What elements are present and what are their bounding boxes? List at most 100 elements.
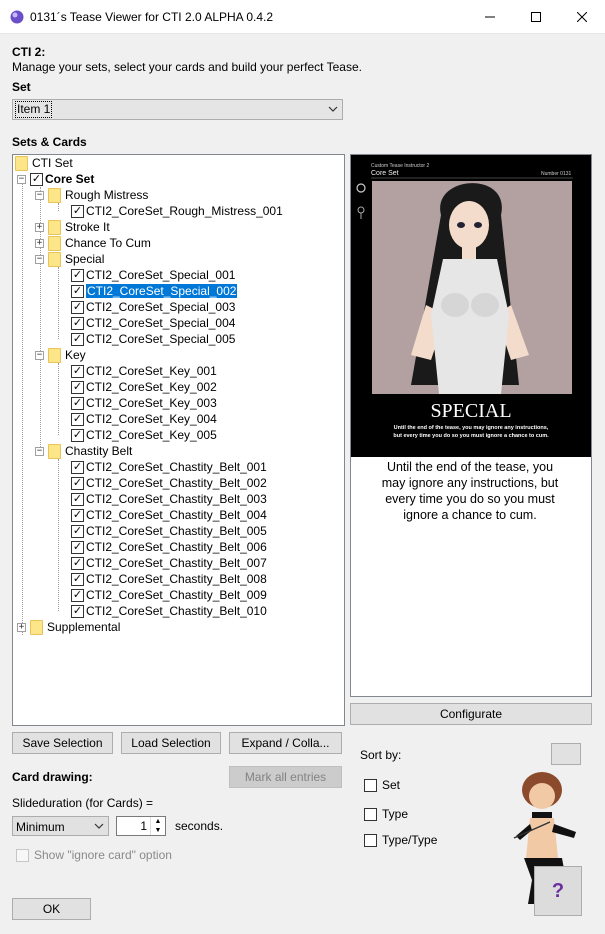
checkbox-unchecked[interactable] (16, 848, 29, 862)
load-selection-button[interactable]: Load Selection (121, 732, 221, 754)
checkbox-checked[interactable]: ✓ (71, 572, 84, 586)
tree-leaf[interactable]: ✓ CTI2_CoreSet_Special_004 (71, 315, 235, 331)
tree-node-label: CTI2_CoreSet_Key_005 (86, 428, 217, 442)
checkbox-checked[interactable]: ✓ (71, 300, 84, 314)
tree-leaf-selected[interactable]: ✓ CTI2_CoreSet_Special_002 (71, 283, 238, 299)
tree-node-rough-mistress[interactable]: − Rough Mistress (35, 187, 148, 203)
collapse-icon[interactable]: − (35, 254, 44, 264)
set-dropdown[interactable]: Item 1 (12, 99, 343, 120)
tree-leaf[interactable]: ✓ CTI2_CoreSet_Chastity_Belt_009 (71, 587, 267, 603)
duration-spinner[interactable]: 1 ▲ ▼ (116, 816, 166, 836)
tree-leaf[interactable]: ✓ CTI2_CoreSet_Key_001 (71, 363, 217, 379)
checkbox-checked[interactable]: ✓ (71, 604, 84, 618)
checkbox-checked[interactable]: ✓ (71, 460, 84, 474)
checkbox-checked[interactable]: ✓ (71, 524, 84, 538)
sort-option-type-type[interactable]: Type/Type (364, 833, 437, 847)
tree-leaf[interactable]: ✓ CTI2_CoreSet_Chastity_Belt_005 (71, 523, 267, 539)
tree-node-label: Chastity Belt (65, 444, 133, 458)
sort-apply-button[interactable] (551, 743, 581, 765)
folder-icon (48, 219, 61, 235)
sort-option-type[interactable]: Type (364, 807, 408, 821)
spinner-arrows-icon[interactable]: ▲ ▼ (150, 817, 165, 835)
ok-button[interactable]: OK (12, 898, 91, 920)
checkbox-unchecked[interactable] (364, 778, 377, 792)
checkbox-unchecked[interactable] (364, 807, 377, 821)
card-artwork: Custom Tease Instructor 2 Core Set Numbe… (351, 155, 591, 457)
maximize-button[interactable] (513, 0, 559, 34)
collapse-icon[interactable]: − (17, 174, 26, 184)
checkbox-checked[interactable]: ✓ (71, 268, 84, 282)
expand-icon[interactable]: + (35, 222, 44, 232)
checkbox-checked[interactable]: ✓ (71, 492, 84, 506)
sort-option-label: Set (382, 778, 401, 792)
close-button[interactable] (559, 0, 605, 34)
checkbox-checked[interactable]: ✓ (71, 476, 84, 490)
tree-node-special[interactable]: − Special (35, 251, 104, 267)
checkbox-checked[interactable]: ✓ (71, 508, 84, 522)
checkbox-unchecked[interactable] (364, 833, 377, 847)
tree-leaf[interactable]: ✓ CTI2_CoreSet_Chastity_Belt_010 (71, 603, 267, 619)
tree-leaf[interactable]: ✓ CTI2_CoreSet_Chastity_Belt_002 (71, 475, 267, 491)
tree-node-label: CTI2_CoreSet_Chastity_Belt_003 (86, 492, 267, 506)
tree-leaf[interactable]: ✓ CTI2_CoreSet_Key_003 (71, 395, 217, 411)
checkbox-checked[interactable]: ✓ (71, 588, 84, 602)
tree-leaf[interactable]: ✓ CTI2_CoreSet_Key_005 (71, 427, 217, 443)
checkbox-checked[interactable]: ✓ (71, 380, 84, 394)
tree-node-key[interactable]: − Key (35, 347, 86, 363)
tree-node-label: CTI2_CoreSet_Special_002 (86, 284, 238, 298)
title-bar: 0131´s Tease Viewer for CTI 2.0 ALPHA 0.… (0, 0, 605, 34)
checkbox-checked[interactable]: ✓ (71, 428, 84, 442)
duration-mode-dropdown[interactable]: Minimum (12, 816, 109, 836)
tree-node-supplemental[interactable]: + Supplemental (17, 619, 120, 635)
minimize-button[interactable] (467, 0, 513, 34)
help-button[interactable]: ? (534, 866, 582, 916)
tree-node-core-set[interactable]: − ✓ Core Set (17, 171, 94, 187)
checkbox-checked[interactable]: ✓ (30, 172, 43, 186)
tree-node-cti-set[interactable]: CTI Set (15, 155, 73, 171)
tree-leaf[interactable]: ✓ CTI2_CoreSet_Chastity_Belt_008 (71, 571, 267, 587)
expand-icon[interactable]: + (17, 622, 26, 632)
checkbox-checked[interactable]: ✓ (71, 364, 84, 378)
tree-leaf[interactable]: ✓ CTI2_CoreSet_Special_003 (71, 299, 235, 315)
configurate-button[interactable]: Configurate (350, 703, 592, 725)
tree-leaf[interactable]: ✓ CTI2_CoreSet_Key_004 (71, 411, 217, 427)
tree-node-chastity-belt[interactable]: − Chastity Belt (35, 443, 132, 459)
sets-cards-tree[interactable]: CTI Set − ✓ Core Set − Rough Mistress ✓ … (12, 154, 345, 726)
tree-node-chance-to-cum[interactable]: + Chance To Cum (35, 235, 151, 251)
checkbox-checked[interactable]: ✓ (71, 284, 84, 298)
tree-leaf[interactable]: ✓ CTI2_CoreSet_Chastity_Belt_006 (71, 539, 267, 555)
checkbox-checked[interactable]: ✓ (71, 332, 84, 346)
tree-leaf[interactable]: ✓ CTI2_CoreSet_Rough_Mistress_001 (71, 203, 283, 219)
expand-collapse-button[interactable]: Expand / Colla... (229, 732, 342, 754)
collapse-icon[interactable]: − (35, 446, 44, 456)
tree-leaf[interactable]: ✓ CTI2_CoreSet_Chastity_Belt_007 (71, 555, 267, 571)
card-image-text-2: but every time you do so you must ignore… (393, 433, 549, 439)
checkbox-checked[interactable]: ✓ (71, 204, 84, 218)
card-image: Custom Tease Instructor 2 Core Set Numbe… (351, 155, 591, 457)
checkbox-checked[interactable]: ✓ (71, 412, 84, 426)
save-selection-button[interactable]: Save Selection (12, 732, 113, 754)
ignore-card-option[interactable]: Show "ignore card" option (16, 848, 172, 862)
collapse-icon[interactable]: − (35, 190, 44, 200)
checkbox-checked[interactable]: ✓ (71, 556, 84, 570)
tree-node-label: CTI2_CoreSet_Key_003 (86, 396, 217, 410)
tree-leaf[interactable]: ✓ CTI2_CoreSet_Chastity_Belt_001 (71, 459, 267, 475)
tree-leaf[interactable]: ✓ CTI2_CoreSet_Chastity_Belt_003 (71, 491, 267, 507)
tree-node-label: CTI2_CoreSet_Rough_Mistress_001 (86, 204, 283, 218)
tree-node-label: Special (65, 252, 105, 266)
checkbox-checked[interactable]: ✓ (71, 540, 84, 554)
expand-icon[interactable]: + (35, 238, 44, 248)
sort-option-set[interactable]: Set (364, 778, 400, 792)
collapse-icon[interactable]: − (35, 350, 44, 360)
tree-leaf[interactable]: ✓ CTI2_CoreSet_Special_005 (71, 331, 235, 347)
tree-node-stroke-it[interactable]: + Stroke It (35, 219, 110, 235)
mark-all-button[interactable]: Mark all entries (229, 766, 342, 788)
tree-leaf[interactable]: ✓ CTI2_CoreSet_Key_002 (71, 379, 217, 395)
tree-leaf[interactable]: ✓ CTI2_CoreSet_Special_001 (71, 267, 235, 283)
tree-node-label: CTI2_CoreSet_Chastity_Belt_006 (86, 540, 267, 554)
checkbox-checked[interactable]: ✓ (71, 396, 84, 410)
tree-node-label: CTI2_CoreSet_Special_005 (86, 332, 236, 346)
tree-leaf[interactable]: ✓ CTI2_CoreSet_Chastity_Belt_004 (71, 507, 267, 523)
checkbox-checked[interactable]: ✓ (71, 316, 84, 330)
tree-node-label: CTI2_CoreSet_Chastity_Belt_001 (86, 460, 267, 474)
